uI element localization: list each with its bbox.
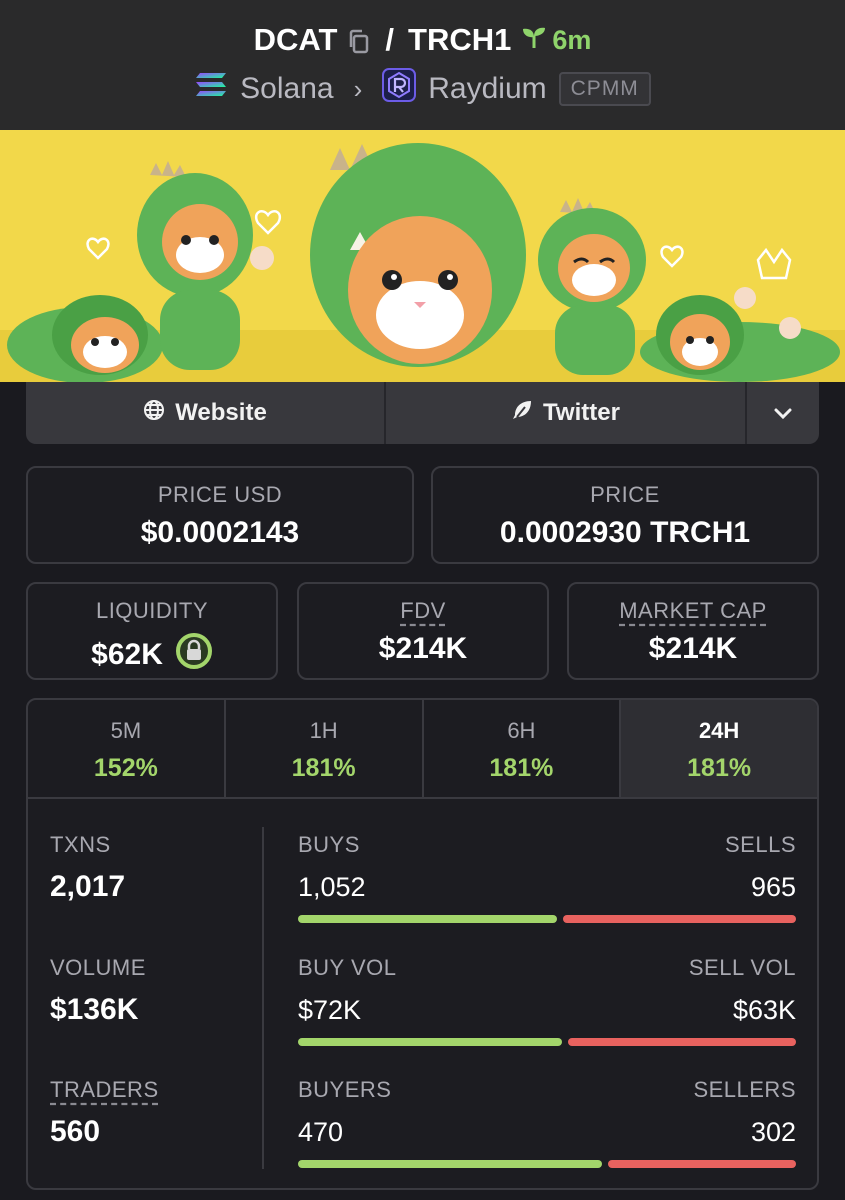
- sells-value: 965: [750, 872, 796, 902]
- tab-label: 5M: [110, 718, 142, 743]
- fdv-value: $214K: [378, 632, 468, 665]
- sell-vol-value: $63K: [732, 995, 796, 1025]
- price-usd-value: $0.0002143: [140, 516, 300, 549]
- market-cap-box: MARKET CAP $214K: [567, 582, 819, 680]
- sells-label: SELLS: [725, 832, 796, 857]
- market-cap-value: $214K: [648, 632, 738, 665]
- traders-value: 560: [50, 1115, 101, 1148]
- chevron-down-icon: [773, 399, 793, 427]
- tab-change: 181%: [489, 754, 554, 782]
- buyers-bar-fill: [298, 1160, 602, 1168]
- chevron-right-icon: ›: [353, 73, 363, 104]
- tab-6h[interactable]: 6H 181%: [424, 700, 622, 797]
- fdv-label[interactable]: FDV: [299, 598, 547, 624]
- globe-icon: [143, 399, 165, 428]
- tab-label: 6H: [507, 718, 536, 743]
- traders-metric: TRADERS 560: [50, 1077, 159, 1149]
- website-button[interactable]: Website: [26, 382, 386, 444]
- tab-24h[interactable]: 24H 181%: [621, 700, 817, 797]
- fdv-box: FDV $214K: [297, 582, 549, 680]
- pair-age: 6m: [521, 24, 591, 57]
- tab-change: 152%: [93, 754, 158, 782]
- sell-vol-bar-fill: [567, 1038, 796, 1046]
- raydium-logo-icon: [382, 68, 417, 110]
- price-usd-label: PRICE USD: [157, 482, 283, 507]
- feather-icon: [511, 399, 533, 428]
- chain-breadcrumb: Solana › Raydium CPMM: [0, 68, 845, 110]
- market-cap-label[interactable]: MARKET CAP: [569, 598, 817, 624]
- pair-separator: /: [385, 22, 395, 57]
- chain-link[interactable]: Solana: [240, 72, 333, 106]
- txns-label: TXNS: [50, 832, 111, 857]
- sellers-value: 302: [750, 1117, 796, 1147]
- pair-title: DCAT / TRCH1 6m: [0, 22, 845, 58]
- pair-header: DCAT / TRCH1 6m Solana › Raydium CPMM: [0, 0, 845, 130]
- trading-stats-panel: 5M 152% 1H 181% 6H 181% 24H 181% TXNS 2,…: [26, 698, 819, 1190]
- pool-type-badge: CPMM: [558, 72, 651, 106]
- buys-label: BUYS: [298, 832, 360, 857]
- price-usd-box: PRICE USD $0.0002143: [26, 466, 414, 564]
- lock-icon[interactable]: [175, 632, 213, 678]
- seedling-icon: [521, 24, 547, 57]
- buys-sells-ratio: BUYS SELLS 1,052 965: [298, 832, 796, 923]
- tab-change: 181%: [687, 754, 752, 782]
- buy-vol-label: BUY VOL: [298, 955, 397, 980]
- volume-metric: VOLUME $136K: [50, 955, 146, 1027]
- more-links-button[interactable]: [747, 382, 819, 444]
- liquidity-value: $62K: [91, 638, 163, 671]
- dex-link[interactable]: Raydium: [428, 72, 546, 106]
- token-links-bar: Website Twitter: [26, 382, 819, 444]
- buy-vol-value: $72K: [298, 995, 362, 1025]
- twitter-button[interactable]: Twitter: [386, 382, 747, 444]
- quote-token-symbol: TRCH1: [408, 22, 512, 57]
- tab-1h[interactable]: 1H 181%: [226, 700, 424, 797]
- tab-change: 181%: [291, 754, 356, 782]
- buys-bar-fill: [298, 915, 557, 923]
- buyers-sellers-ratio: BUYERS SELLERS 470 302: [298, 1077, 796, 1168]
- price-label: PRICE: [590, 482, 660, 507]
- txns-value: 2,017: [50, 870, 126, 903]
- buy-sell-volume-bar: [298, 1038, 796, 1046]
- twitter-label: Twitter: [543, 399, 620, 426]
- volume-value: $136K: [50, 993, 139, 1026]
- token-banner-image: [0, 130, 845, 382]
- website-label: Website: [175, 399, 267, 426]
- buys-sells-bar: [298, 915, 796, 923]
- solana-logo-icon: [194, 71, 228, 107]
- buyers-label: BUYERS: [298, 1077, 392, 1102]
- pair-age-value: 6m: [552, 24, 592, 55]
- tab-label: 24H: [698, 718, 740, 743]
- tab-label: 1H: [309, 718, 338, 743]
- sells-bar-fill: [562, 915, 796, 923]
- traders-label[interactable]: TRADERS: [50, 1077, 159, 1103]
- base-token-symbol: DCAT: [253, 22, 338, 57]
- liquidity-label: LIQUIDITY: [95, 598, 209, 623]
- volume-label: VOLUME: [50, 955, 146, 980]
- buy-sell-volume-ratio: BUY VOL SELL VOL $72K $63K: [298, 955, 796, 1046]
- sellers-bar-fill: [607, 1160, 796, 1168]
- price-quote-value: 0.0002930 TRCH1: [499, 516, 751, 549]
- price-quote-box: PRICE 0.0002930 TRCH1: [431, 466, 819, 564]
- txns-metric: TXNS 2,017: [50, 832, 125, 904]
- buys-value: 1,052: [298, 872, 366, 902]
- buyers-sellers-bar: [298, 1160, 796, 1168]
- copy-icon[interactable]: [347, 27, 371, 54]
- sell-vol-label: SELL VOL: [688, 955, 796, 980]
- buy-vol-bar-fill: [298, 1038, 562, 1046]
- period-tabs: 5M 152% 1H 181% 6H 181% 24H 181%: [28, 700, 817, 799]
- tab-5m[interactable]: 5M 152%: [28, 700, 226, 797]
- liquidity-box: LIQUIDITY $62K: [26, 582, 278, 680]
- buyers-value: 470: [298, 1117, 344, 1147]
- sellers-label: SELLERS: [693, 1077, 796, 1102]
